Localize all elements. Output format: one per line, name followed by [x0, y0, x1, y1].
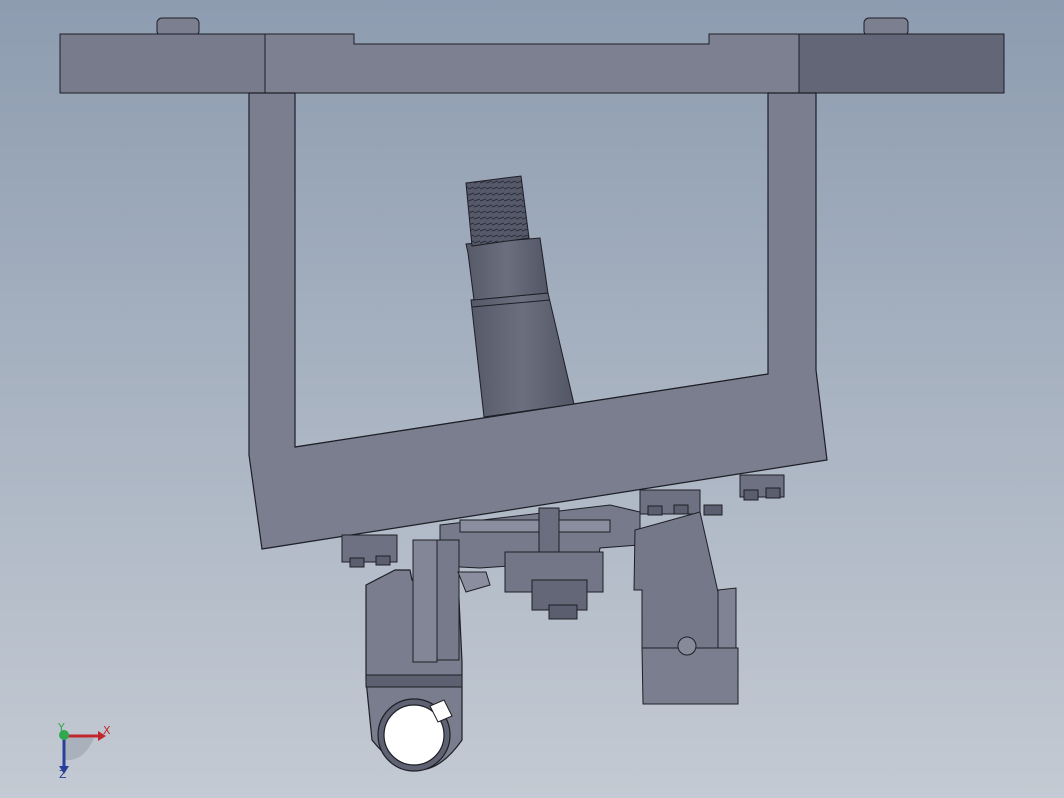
z-axis-label: Z [59, 768, 67, 781]
top-plate [59, 33, 1005, 94]
model-render[interactable]: X Y Z [0, 0, 1064, 798]
right-knuckle [633, 511, 739, 705]
mounting-tab-left [156, 17, 200, 37]
coordinate-triad[interactable]: X Y Z [57, 721, 111, 781]
y-axis-label: Y [57, 721, 65, 734]
kingpin-shaft [465, 175, 575, 418]
steering-bracket [439, 504, 641, 620]
triad-plane-indicator [64, 736, 94, 761]
left-clamp [365, 539, 491, 772]
mounting-tab-right [863, 17, 909, 37]
cad-graphics-viewport[interactable]: X Y Z [0, 0, 1064, 798]
x-axis-label: X [103, 724, 111, 737]
